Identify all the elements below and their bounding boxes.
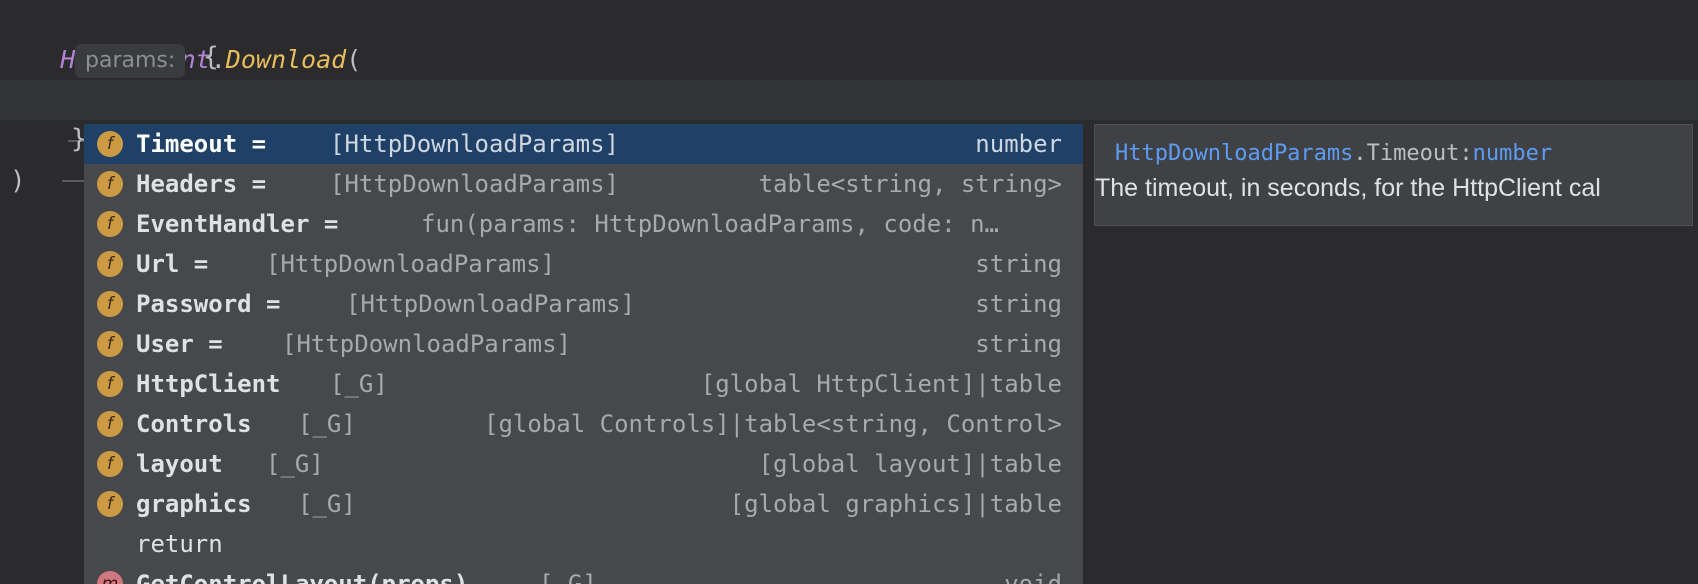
close-paren: ): [10, 166, 26, 196]
completion-item-user[interactable]: f User = [HttpDownloadParams] string: [84, 324, 1083, 364]
doc-member: .Timeout:: [1353, 141, 1473, 166]
item-name: Headers =: [136, 170, 267, 198]
item-owner: [HttpDownloadParams]: [330, 170, 619, 198]
item-owner: [HttpDownloadParams]: [330, 130, 619, 158]
item-owner: [_G]: [330, 370, 388, 398]
completion-item-return[interactable]: return: [84, 524, 1083, 564]
item-name: User =: [136, 330, 223, 358]
completion-item-url[interactable]: f Url = [HttpDownloadParams] string: [84, 244, 1083, 284]
item-signature: fun(params: HttpDownloadParams, code: n…: [421, 210, 999, 238]
completion-item-eventhandler[interactable]: f EventHandler = fun(params: HttpDownloa…: [84, 204, 1083, 244]
item-name: Controls: [136, 410, 252, 438]
doc-type-link[interactable]: number: [1473, 141, 1552, 166]
item-owner: [_G]: [539, 570, 597, 584]
open-brace: {: [203, 42, 219, 72]
field-icon: f: [97, 331, 123, 357]
completion-item-getcontrollayout[interactable]: m GetControlLayout(props) [_G] void: [84, 564, 1083, 584]
item-name: Timeout =: [136, 130, 267, 158]
field-icon: f: [97, 451, 123, 477]
item-name: EventHandler =: [136, 210, 339, 238]
item-owner: [HttpDownloadParams]: [282, 330, 571, 358]
item-type: table<string, string>: [758, 170, 1062, 198]
code-line-current: [0, 80, 1698, 142]
item-name: GetControlLayout(props): [136, 570, 469, 584]
doc-signature: HttpDownloadParams.Timeout:number: [1115, 141, 1552, 166]
field-icon: f: [97, 251, 123, 277]
item-type: [global graphics]|table: [729, 490, 1062, 518]
completion-item-headers[interactable]: f Headers = [HttpDownloadParams] table<s…: [84, 164, 1083, 204]
completion-item-timeout[interactable]: f Timeout = [HttpDownloadParams] number: [84, 124, 1083, 164]
open-paren: (: [346, 45, 362, 74]
field-icon: f: [97, 491, 123, 517]
doc-owner-link[interactable]: HttpDownloadParams: [1115, 141, 1353, 166]
item-owner: [HttpDownloadParams]: [346, 290, 635, 318]
completion-item-controls[interactable]: f Controls [_G] [global Controls]|table<…: [84, 404, 1083, 444]
item-type: void: [1004, 570, 1062, 584]
field-icon: f: [97, 291, 123, 317]
field-icon: f: [97, 411, 123, 437]
field-icon: f: [97, 371, 123, 397]
parameter-hint: params:: [75, 44, 186, 78]
documentation-popup: HttpDownloadParams.Timeout:number The ti…: [1094, 124, 1693, 226]
completion-item-httpclient[interactable]: f HttpClient [_G] [global HttpClient]|ta…: [84, 364, 1083, 404]
field-icon: f: [97, 171, 123, 197]
item-type: number: [975, 130, 1062, 158]
code-line-1: HttpClient.Download(: [0, 0, 361, 74]
item-name: Url =: [136, 250, 209, 278]
item-owner: [HttpDownloadParams]: [266, 250, 555, 278]
item-type: string: [975, 330, 1062, 358]
item-type: [global Controls]|table<string, Control>: [484, 410, 1062, 438]
item-name: HttpClient: [136, 370, 281, 398]
item-owner: [_G]: [298, 410, 356, 438]
item-name: graphics: [136, 490, 252, 518]
completion-popup[interactable]: f Timeout = [HttpDownloadParams] number …: [84, 124, 1083, 584]
item-type: [global HttpClient]|table: [700, 370, 1062, 398]
field-icon: f: [97, 211, 123, 237]
field-icon: f: [97, 131, 123, 157]
completion-item-graphics[interactable]: f graphics [_G] [global graphics]|table: [84, 484, 1083, 524]
item-name: Password =: [136, 290, 281, 318]
item-owner: [_G]: [298, 490, 356, 518]
item-name: return: [136, 530, 223, 558]
completion-item-password[interactable]: f Password = [HttpDownloadParams] string: [84, 284, 1083, 324]
item-type: string: [975, 290, 1062, 318]
completion-item-layout[interactable]: f layout [_G] [global layout]|table: [84, 444, 1083, 484]
method-name: Download: [225, 45, 347, 74]
doc-description: The timeout, in seconds, for the HttpCli…: [1095, 174, 1601, 202]
item-type: string: [975, 250, 1062, 278]
item-name: layout: [136, 450, 223, 478]
item-owner: [_G]: [266, 450, 324, 478]
method-icon: m: [97, 571, 123, 584]
item-type: [global layout]|table: [758, 450, 1062, 478]
